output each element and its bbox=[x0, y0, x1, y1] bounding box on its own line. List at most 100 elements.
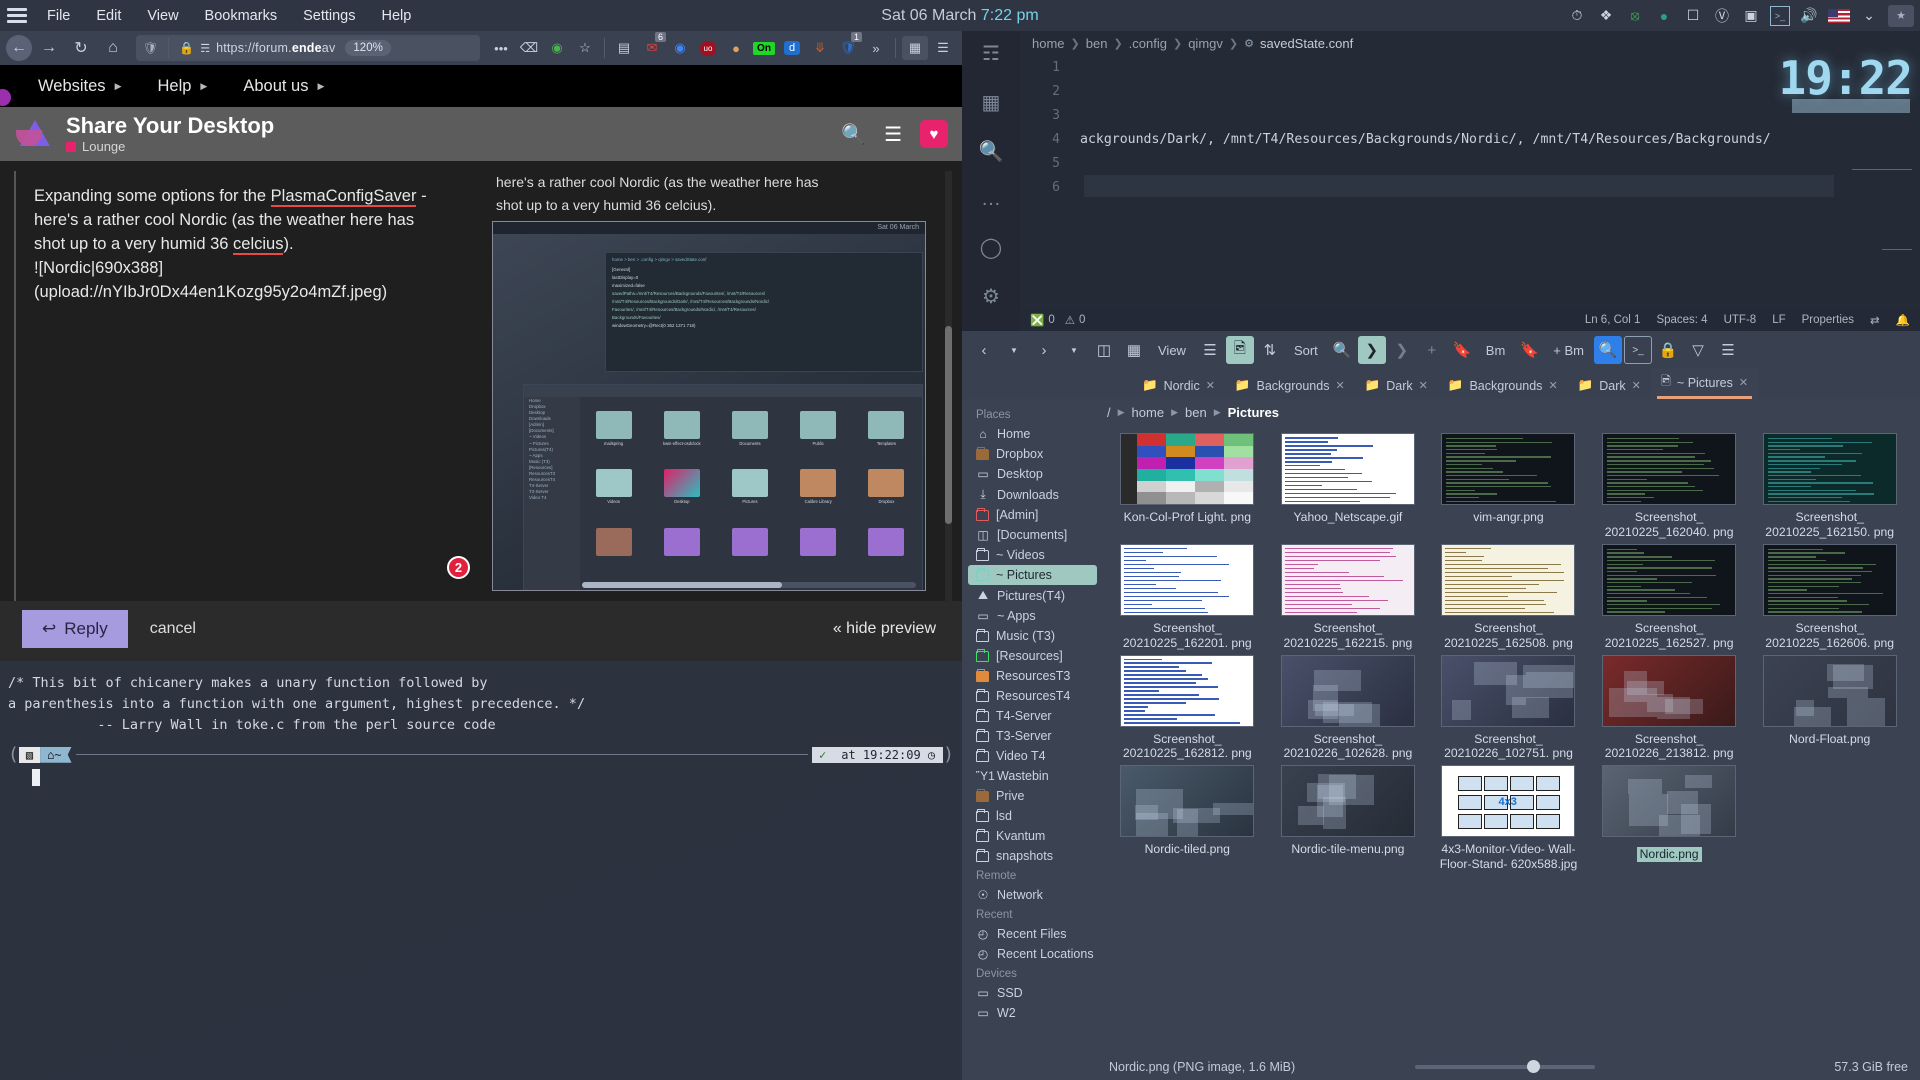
sort-icon[interactable]: ⇅ bbox=[1256, 336, 1284, 364]
file-thumbnail[interactable] bbox=[1441, 433, 1575, 505]
bookmark-help[interactable]: Help ▶ bbox=[139, 77, 225, 96]
cursor-position[interactable]: Ln 6, Col 1 bbox=[1585, 314, 1641, 326]
back-dropdown-icon[interactable]: ▼ bbox=[1000, 336, 1028, 364]
line-ending[interactable]: LF bbox=[1772, 314, 1785, 326]
zoom-slider-handle[interactable] bbox=[1527, 1060, 1540, 1073]
split-view-icon[interactable]: ◫ bbox=[1090, 336, 1118, 364]
screenshot-icon[interactable]: ▣ bbox=[1741, 6, 1761, 26]
pocket-icon[interactable]: ⌫ bbox=[516, 36, 542, 60]
file-thumbnail[interactable] bbox=[1281, 544, 1415, 616]
file-thumbnail[interactable] bbox=[1441, 655, 1575, 727]
hide-preview-link[interactable]: « hide preview bbox=[833, 620, 936, 638]
place-item-apps[interactable]: ▭ ~ Apps bbox=[968, 606, 1097, 626]
file-thumbnail[interactable] bbox=[1120, 765, 1254, 837]
place-item-downloads[interactable]: ⤓ Downloads bbox=[968, 484, 1097, 505]
file-item[interactable]: Screenshot_ 20210225_162215. png bbox=[1268, 540, 1429, 651]
globe-icon[interactable]: ◉ bbox=[544, 36, 570, 60]
place-item-kvantum[interactable]: Kvantum bbox=[968, 826, 1097, 846]
terminal-panel-icon[interactable]: ❯ bbox=[1358, 336, 1386, 364]
chevron-down-icon[interactable]: ⌄ bbox=[1859, 6, 1879, 26]
grid-icon[interactable]: ▦ bbox=[902, 36, 928, 60]
home-button[interactable]: ⌂ bbox=[98, 35, 128, 61]
bookmark-label[interactable]: Bm bbox=[1478, 343, 1514, 358]
url-text[interactable]: https://forum.endeav bbox=[216, 41, 335, 55]
forum-category[interactable]: Lounge bbox=[66, 139, 274, 154]
file-thumbnail[interactable] bbox=[1120, 433, 1254, 505]
forward-button[interactable]: › bbox=[1030, 336, 1058, 364]
file-thumbnail[interactable] bbox=[1763, 655, 1897, 727]
place-item-video-t4[interactable]: Video T4 bbox=[968, 746, 1097, 766]
warning-icon[interactable]: ⚠ bbox=[1065, 313, 1075, 327]
back-button[interactable]: ← bbox=[6, 35, 32, 61]
bookmark-star-icon[interactable]: ☆ bbox=[572, 36, 598, 60]
place-item-prive[interactable]: Prive bbox=[968, 786, 1097, 806]
file-thumbnail[interactable] bbox=[1763, 544, 1897, 616]
close-icon[interactable]: ✕ bbox=[1206, 379, 1215, 392]
file-item[interactable]: Nordic.png bbox=[1589, 761, 1750, 872]
preview-scrollbar[interactable] bbox=[945, 171, 952, 601]
place-item-recent-files[interactable]: ◴ Recent Files bbox=[968, 924, 1097, 944]
terminal-panel-alt-icon[interactable]: ❯ bbox=[1388, 336, 1416, 364]
place-item-snapshots[interactable]: snapshots bbox=[968, 846, 1097, 866]
url-bar[interactable]: 🛡 🔒 ☴ https://forum.endeav 120% bbox=[136, 35, 480, 61]
indentation[interactable]: Spaces: 4 bbox=[1656, 314, 1707, 326]
icons-view-icon[interactable]: ▦ bbox=[1120, 336, 1148, 364]
ublock-icon[interactable]: uo bbox=[695, 36, 721, 60]
place-item-pictures[interactable]: ~ Pictures bbox=[968, 565, 1097, 585]
close-icon[interactable]: ✕ bbox=[1632, 379, 1641, 392]
file-item[interactable]: Nordic-tiled.png bbox=[1107, 761, 1268, 872]
place-item-t4-server[interactable]: T4-Server bbox=[968, 706, 1097, 726]
place-item-ssd[interactable]: ▭ SSD bbox=[968, 983, 1097, 1003]
preview-image-nordic[interactable]: Sat 06 March home > ben > .config > qimg… bbox=[492, 221, 926, 591]
place-item-network[interactable]: ☉ Network bbox=[968, 885, 1097, 905]
krita-icon[interactable]: ● bbox=[1654, 6, 1674, 26]
chrome-icon[interactable]: ◉ bbox=[667, 36, 693, 60]
place-item-w2[interactable]: ▭ W2 bbox=[968, 1003, 1097, 1023]
close-icon[interactable]: ✕ bbox=[1739, 376, 1748, 389]
file-thumbnail[interactable] bbox=[1281, 433, 1415, 505]
more-extensions-icon[interactable]: » bbox=[863, 36, 889, 60]
breadcrumb-file[interactable]: savedState.conf bbox=[1260, 36, 1353, 51]
place-item-t3-server[interactable]: T3-Server bbox=[968, 726, 1097, 746]
properties-mode[interactable]: Properties bbox=[1802, 314, 1854, 326]
forward-dropdown-icon[interactable]: ▼ bbox=[1060, 336, 1088, 364]
place-item-resourcest3[interactable]: ResourcesT3 bbox=[968, 666, 1097, 686]
file-thumbnail[interactable] bbox=[1281, 655, 1415, 727]
zoom-level-badge[interactable]: 120% bbox=[345, 40, 390, 56]
plus-icon[interactable]: + bbox=[1418, 336, 1446, 364]
file-item[interactable]: Screenshot_ 20210226_102628. png bbox=[1268, 651, 1429, 762]
file-item[interactable]: Screenshot_ 20210225_162040. png bbox=[1589, 429, 1750, 540]
avatar-icon[interactable]: ● bbox=[723, 36, 749, 60]
place-item-resourcest4[interactable]: ResourcesT4 bbox=[968, 686, 1097, 706]
overflow-menu-icon[interactable]: ••• bbox=[488, 36, 514, 60]
breadcrumb-config[interactable]: .config bbox=[1129, 36, 1167, 51]
lock-icon[interactable]: 🔒 bbox=[1654, 336, 1682, 364]
terminal-window[interactable]: /* This bit of chicanery makes a unary f… bbox=[0, 661, 962, 1080]
place-item-dropbox[interactable]: Dropbox bbox=[968, 444, 1097, 464]
back-button[interactable]: ‹ bbox=[970, 336, 998, 364]
place-item-wastebin[interactable]: Ὕ1 Wastebin bbox=[968, 766, 1097, 786]
qbittorrent-icon[interactable]: Ⓥ bbox=[1712, 6, 1732, 26]
konsole-icon[interactable]: >_ bbox=[1624, 336, 1652, 364]
file-item[interactable]: Screenshot_ 20210226_213812. png bbox=[1589, 651, 1750, 762]
bookmark-icon[interactable]: 🔖 bbox=[1448, 336, 1476, 364]
code-editor[interactable]: 1 2 3 4 ackgrounds/Dark/, /mnt/T4/Resourc… bbox=[1020, 55, 1920, 331]
place-item-music-t3[interactable]: Music (T3) bbox=[968, 626, 1097, 646]
close-icon[interactable]: ✕ bbox=[1548, 379, 1557, 392]
volume-icon[interactable]: 🔊 bbox=[1799, 6, 1819, 26]
minimap[interactable] bbox=[1840, 79, 1920, 309]
bookmark-websites[interactable]: Websites ▶ bbox=[20, 77, 139, 96]
place-item-home[interactable]: ⌂ Home bbox=[968, 424, 1097, 444]
application-menu-button[interactable] bbox=[0, 0, 34, 31]
backup-icon[interactable]: ⦻ bbox=[1625, 6, 1645, 26]
place-item-documents[interactable]: ◫ [Documents] bbox=[968, 525, 1097, 545]
place-item-admin[interactable]: [Admin] bbox=[968, 505, 1097, 525]
file-thumbnail[interactable] bbox=[1602, 765, 1736, 837]
heart-icon[interactable]: ♥ bbox=[920, 120, 948, 148]
breadcrumb-qimgv[interactable]: qimgv bbox=[1188, 36, 1223, 51]
place-item-recent-locations[interactable]: ◴ Recent Locations bbox=[968, 944, 1097, 964]
reply-button[interactable]: ↩ Reply bbox=[22, 610, 128, 648]
file-item[interactable]: Screenshot_ 20210225_162508. png bbox=[1428, 540, 1589, 651]
tab-nordic[interactable]: 📁 Nordic ✕ bbox=[1132, 374, 1225, 399]
file-thumbnail[interactable] bbox=[1602, 544, 1736, 616]
